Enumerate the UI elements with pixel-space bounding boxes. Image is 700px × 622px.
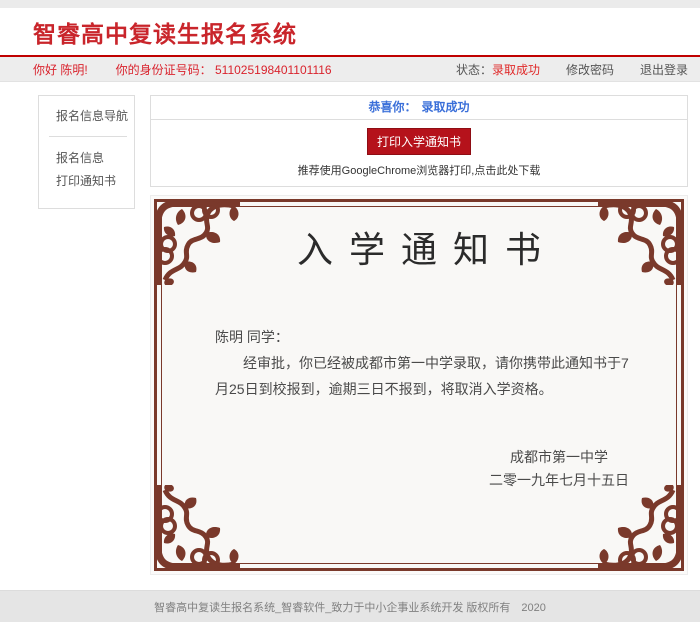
- print-action-box: 打印入学通知书 推荐使用GoogleChrome浏览器打印,点击此处下载: [150, 120, 688, 187]
- sidebar-item-print-notice[interactable]: 打印通知书: [39, 169, 134, 192]
- main-column: 恭喜你： 录取成功 打印入学通知书 推荐使用GoogleChrome浏览器打印,点…: [150, 82, 688, 575]
- status-label: 状态：: [456, 61, 492, 78]
- browser-download-note[interactable]: 推荐使用GoogleChrome浏览器打印,点击此处下载: [151, 162, 687, 178]
- sidebar-title: 报名信息导航: [39, 107, 134, 136]
- certificate-signature: 成都市第一中学 二零一九年七月十五日: [157, 446, 681, 492]
- user-greeting: 你好 陈明!: [33, 61, 88, 78]
- sidebar-item-registration-info[interactable]: 报名信息: [39, 146, 134, 169]
- user-id-number: 你的身份证号码： 511025198401101116: [116, 61, 332, 78]
- registration-system-page: 智睿高中复读生报名系统 你好 陈明! 你的身份证号码： 511025198401…: [0, 0, 700, 622]
- page-title: 智睿高中复读生报名系统: [33, 15, 297, 49]
- certificate-content: 入学通知书 陈明 同学： 经审批，你已经被成都市第一中学录取，请你携带此通知书于…: [157, 228, 681, 594]
- congrats-banner: 恭喜你： 录取成功: [150, 95, 688, 120]
- change-password-link[interactable]: 修改密码: [566, 61, 614, 78]
- certificate-school: 成都市第一中学: [489, 446, 629, 469]
- page-footer: 智睿高中复读生报名系统_智睿软件_致力于中小企事业系统开发 版权所有 2020: [0, 590, 700, 622]
- certificate-title: 入学通知书: [157, 228, 681, 274]
- certificate-date: 二零一九年七月十五日: [489, 469, 629, 492]
- certificate-frame: 入学通知书 陈明 同学： 经审批，你已经被成都市第一中学录取，请你携带此通知书于…: [154, 199, 684, 571]
- certificate-body: 陈明 同学： 经审批，你已经被成都市第一中学录取，请你携带此通知书于7月25日到…: [157, 324, 681, 402]
- top-strip: [0, 0, 700, 8]
- content-area: 报名信息导航 报名信息 打印通知书 恭喜你： 录取成功 打印入学通知书 推荐使用G…: [0, 82, 700, 590]
- print-notice-button[interactable]: 打印入学通知书: [367, 128, 471, 155]
- copyright-text: 智睿高中复读生报名系统_智睿软件_致力于中小企事业系统开发 版权所有 2020: [154, 599, 546, 615]
- certificate-panel: 入学通知书 陈明 同学： 经审批，你已经被成都市第一中学录取，请你携带此通知书于…: [150, 195, 688, 575]
- user-bar: 你好 陈明! 你的身份证号码： 511025198401101116 状态： 录…: [0, 57, 700, 82]
- certificate-paragraph: 经审批，你已经被成都市第一中学录取，请你携带此通知书于7月25日到校报到，逾期三…: [215, 350, 629, 402]
- status-badge: 录取成功: [492, 61, 540, 78]
- congrats-value: 录取成功: [422, 100, 470, 114]
- certificate-salutation: 陈明 同学：: [215, 324, 629, 350]
- app-header: 智睿高中复读生报名系统: [0, 8, 700, 55]
- congrats-label: 恭喜你：: [368, 100, 416, 114]
- sidebar-nav: 报名信息导航 报名信息 打印通知书: [38, 95, 135, 209]
- logout-link[interactable]: 退出登录: [640, 61, 688, 78]
- sidebar-divider: [49, 136, 127, 137]
